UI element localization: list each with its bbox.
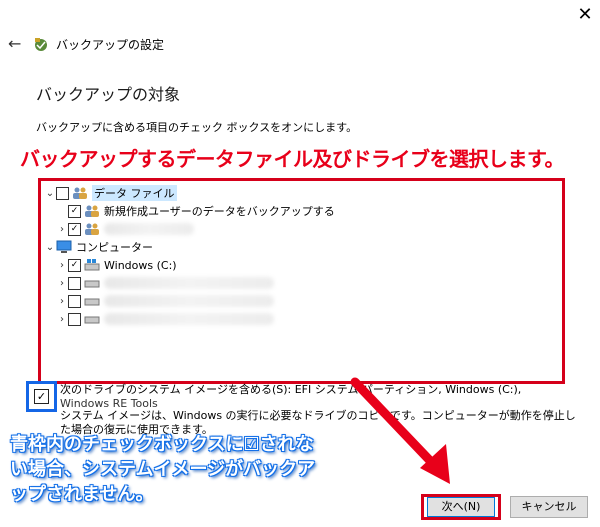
tree-item-drive-c[interactable]: › ✓ Windows (C:) bbox=[56, 256, 177, 274]
drive-c-checkbox[interactable]: ✓ bbox=[68, 258, 81, 272]
computer-icon bbox=[56, 240, 72, 254]
chevron-right-icon[interactable]: › bbox=[56, 224, 68, 235]
chevron-down-icon[interactable]: ⌄ bbox=[44, 188, 56, 199]
computer-label: コンピューター bbox=[76, 241, 153, 254]
users-icon bbox=[84, 222, 100, 236]
chevron-down-icon[interactable]: ⌄ bbox=[44, 242, 56, 253]
drive-2-checkbox[interactable] bbox=[68, 276, 81, 290]
users-icon bbox=[84, 204, 100, 218]
drive-4-checkbox[interactable] bbox=[68, 312, 81, 326]
system-image-checkbox[interactable]: ✓ bbox=[34, 389, 49, 404]
chevron-right-icon[interactable]: › bbox=[56, 260, 68, 271]
drive-3-checkbox[interactable] bbox=[68, 294, 81, 308]
close-button[interactable]: ✕ bbox=[574, 4, 596, 26]
data-files-label: データ ファイル bbox=[92, 185, 177, 201]
annotation-system-image-warning: 青枠内のチェックボックスに☑されない場合、システムイメージがバックアップされませ… bbox=[10, 434, 316, 505]
tree-item-computer[interactable]: ⌄ コンピューター bbox=[44, 238, 153, 256]
blurred-label bbox=[104, 277, 274, 289]
users-icon bbox=[72, 186, 88, 200]
chevron-right-icon[interactable]: › bbox=[56, 314, 68, 325]
new-user-data-label: 新規作成ユーザーのデータをバックアップする bbox=[104, 205, 335, 218]
next-button[interactable]: 次へ(N) bbox=[427, 497, 495, 517]
drive-icon bbox=[84, 312, 100, 326]
window-title: バックアップの設定 bbox=[56, 38, 165, 52]
data-files-checkbox[interactable] bbox=[56, 186, 69, 200]
system-image-label: 次のドライブのシステム イメージを含める(S): EFI システム パーティショ… bbox=[60, 383, 522, 396]
cancel-button[interactable]: キャンセル bbox=[510, 496, 588, 518]
blurred-label bbox=[104, 295, 274, 307]
annotation-select-files: バックアップするデータファイル及びドライブを選択します。 bbox=[20, 147, 565, 171]
backup-app-icon bbox=[33, 36, 49, 52]
drive-c-label: Windows (C:) bbox=[104, 258, 177, 272]
section-title: バックアップの対象 bbox=[36, 85, 181, 104]
tree-item-drive-3[interactable]: › bbox=[56, 292, 274, 310]
windows-drive-icon bbox=[84, 258, 100, 272]
drive-icon bbox=[84, 294, 100, 308]
user-blurred-checkbox[interactable]: ✓ bbox=[68, 222, 81, 236]
tree-item-drive-4[interactable]: › bbox=[56, 310, 274, 328]
chevron-right-icon[interactable]: › bbox=[56, 278, 68, 289]
back-arrow-icon[interactable]: ← bbox=[8, 35, 26, 53]
instruction-text: バックアップに含める項目のチェック ボックスをオンにします。 bbox=[36, 121, 358, 134]
blurred-label bbox=[104, 223, 194, 235]
tree-item-user-blurred[interactable]: › ✓ bbox=[56, 220, 194, 238]
blurred-label bbox=[104, 313, 274, 325]
tree-item-drive-2[interactable]: › bbox=[56, 274, 274, 292]
new-user-data-checkbox[interactable]: ✓ bbox=[68, 204, 81, 218]
drive-icon bbox=[84, 276, 100, 290]
tree-item-data-files[interactable]: ⌄ データ ファイル bbox=[44, 184, 177, 202]
tree-item-new-user-data[interactable]: ✓ 新規作成ユーザーのデータをバックアップする bbox=[68, 202, 335, 220]
chevron-right-icon[interactable]: › bbox=[56, 296, 68, 307]
